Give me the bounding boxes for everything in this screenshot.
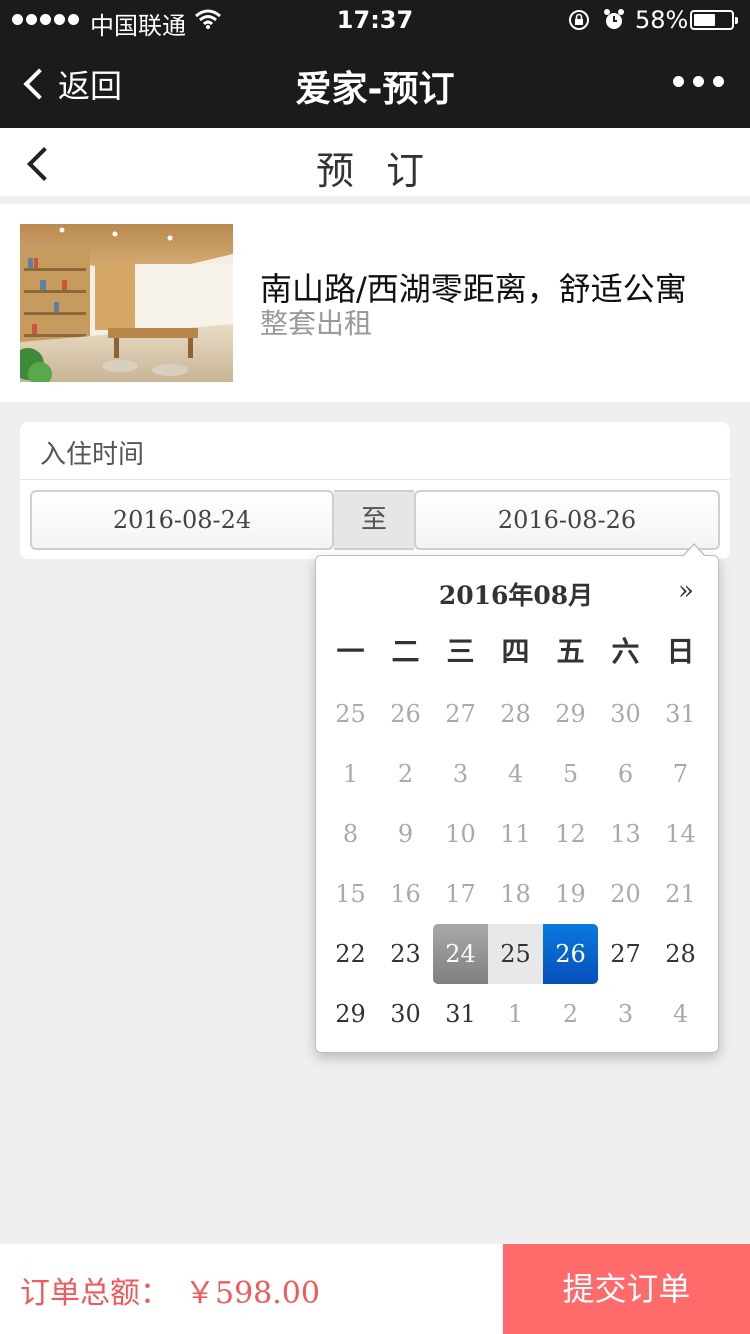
calendar-day[interactable]: 18 [488, 864, 543, 924]
listing-photo [20, 224, 233, 382]
calendar-day[interactable]: 31 [653, 684, 708, 744]
weekday-label: 五 [556, 635, 585, 668]
page-header: 预 订 [0, 128, 750, 196]
date-range-separator: 至 [334, 490, 414, 550]
weekday-label: 六 [611, 635, 640, 668]
calendar-day[interactable]: 29 [543, 684, 598, 744]
alarm-icon [602, 8, 626, 38]
weekday-header: 一二三四五六日 [323, 626, 708, 678]
calendar-day[interactable]: 15 [323, 864, 378, 924]
calendar-day[interactable]: 23 [378, 924, 433, 984]
calendar-day[interactable]: 30 [378, 984, 433, 1044]
weekday-label: 四 [501, 635, 530, 668]
weekday-label: 一 [336, 635, 365, 668]
listing-card[interactable]: 南山路/西湖零距离，舒适公寓 整套出租 [0, 204, 750, 402]
weekday-label: 三 [446, 635, 475, 668]
calendar-day[interactable]: 21 [653, 864, 708, 924]
listing-subtitle: 整套出租 [260, 307, 373, 340]
rotation-lock-icon [567, 8, 591, 38]
calendar-day[interactable]: 25 [323, 684, 378, 744]
battery-icon [690, 10, 738, 30]
calendar-day[interactable]: 31 [433, 984, 488, 1044]
check-in-label: 入住时间 [40, 440, 145, 470]
calendar-day[interactable]: 1 [323, 744, 378, 804]
calendar-day[interactable]: 20 [598, 864, 653, 924]
calendar-day[interactable]: 13 [598, 804, 653, 864]
calendar-day[interactable]: 6 [598, 744, 653, 804]
calendar-day[interactable]: 26 [378, 684, 433, 744]
calendar-day[interactable]: 4 [488, 744, 543, 804]
order-bottom-bar: 订单总额： ￥598.00 提交订单 [0, 1244, 750, 1334]
calendar-day[interactable]: 30 [598, 684, 653, 744]
more-menu-button[interactable] [673, 76, 724, 87]
divider [20, 479, 730, 480]
more-dots-icon [673, 76, 684, 87]
calendar-day[interactable]: 22 [323, 924, 378, 984]
order-total-label: 订单总额： [20, 1276, 170, 1311]
calendar-day[interactable]: 10 [433, 804, 488, 864]
date-picker-popover: 2016年08月 » 一二三四五六日 25 26 27 28 29 30 31 1 2 3 4 5 6 7… [315, 543, 719, 1053]
calendar-day-grid: 25 26 27 28 29 30 31 1 2 3 4 5 6 7 8 9 10 11 12 13 14 15 16 17 1… [323, 684, 708, 1044]
calendar-day[interactable]: 27 [433, 684, 488, 744]
calendar-month-title: 2016年08月 [438, 581, 594, 610]
check-out-date-field[interactable]: 2016-08-26 [414, 490, 720, 550]
calendar-day[interactable]: 2 [378, 744, 433, 804]
top-bar: 中国联通 17:37 58% 返回 爱家-预订 [0, 0, 750, 128]
wechat-title: 爱家-预订 [295, 69, 455, 110]
status-bar: 中国联通 17:37 58% [0, 0, 750, 40]
weekday-label: 二 [391, 635, 420, 668]
popover-arrow [682, 543, 706, 557]
calendar-day[interactable]: 3 [433, 744, 488, 804]
calendar-day[interactable]: 28 [653, 924, 708, 984]
calendar-day[interactable]: 29 [323, 984, 378, 1044]
calendar-day[interactable]: 16 [378, 864, 433, 924]
next-month-button[interactable]: » [668, 576, 704, 606]
calendar-day[interactable]: 11 [488, 804, 543, 864]
calendar-day[interactable]: 28 [488, 684, 543, 744]
calendar-day[interactable]: 12 [543, 804, 598, 864]
calendar-day-start[interactable]: 24 [433, 924, 488, 984]
calendar-day[interactable]: 8 [323, 804, 378, 864]
calendar-day[interactable]: 27 [598, 924, 653, 984]
calendar-day[interactable]: 9 [378, 804, 433, 864]
weekday-label: 日 [666, 635, 695, 668]
calendar-day[interactable]: 19 [543, 864, 598, 924]
calendar-day[interactable]: 2 [543, 984, 598, 1044]
calendar-day[interactable]: 14 [653, 804, 708, 864]
check-in-section: 入住时间 2016-08-24 至 2016-08-26 [20, 422, 730, 559]
page-title: 预 订 [315, 149, 435, 193]
order-total-amount: ￥598.00 [185, 1276, 320, 1311]
battery-percent: 58% [635, 6, 689, 34]
calendar-day-range[interactable]: 25 [488, 924, 543, 984]
calendar-day[interactable]: 1 [488, 984, 543, 1044]
calendar-day[interactable]: 4 [653, 984, 708, 1044]
calendar-day[interactable]: 17 [433, 864, 488, 924]
calendar-day[interactable]: 7 [653, 744, 708, 804]
calendar-day[interactable]: 3 [598, 984, 653, 1044]
calendar-day-end[interactable]: 26 [543, 924, 598, 984]
check-in-date-field[interactable]: 2016-08-24 [30, 490, 334, 550]
submit-order-button[interactable]: 提交订单 [503, 1244, 750, 1334]
calendar-day[interactable]: 5 [543, 744, 598, 804]
